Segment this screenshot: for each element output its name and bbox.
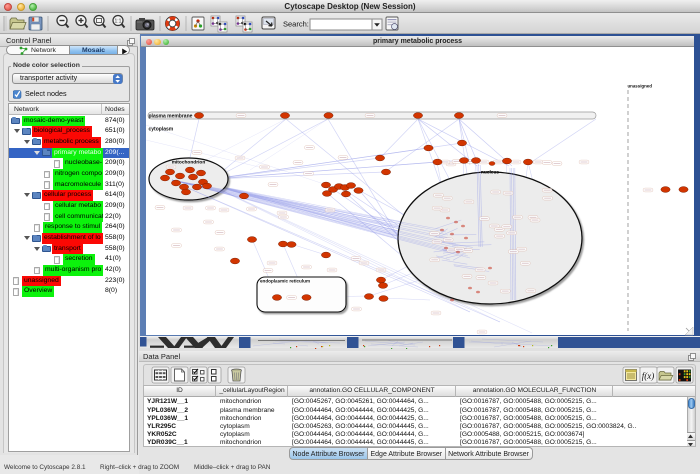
svg-text:mitochondrion: mitochondrion	[172, 160, 206, 166]
svg-text:1:1: 1:1	[115, 19, 122, 25]
svg-text:endoplasmic reticulum: endoplasmic reticulum	[260, 279, 310, 284]
svg-text:f(x): f(x)	[642, 371, 655, 381]
svg-text:Search:: Search:	[283, 20, 309, 29]
svg-text:cytoplasm: cytoplasm	[149, 127, 174, 133]
svg-text:unassigned: unassigned	[628, 84, 653, 89]
svg-text:plasma membrane: plasma membrane	[149, 114, 193, 120]
svg-text:nucleus: nucleus	[481, 170, 499, 176]
